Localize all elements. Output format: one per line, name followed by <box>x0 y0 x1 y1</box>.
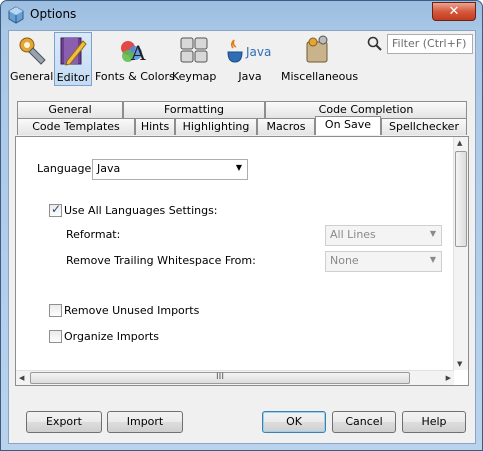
tab-on-save[interactable]: On Save <box>315 116 381 135</box>
search-icon <box>367 36 382 51</box>
tab-formatting[interactable]: Formatting <box>123 101 265 118</box>
help-button[interactable]: Help <box>402 411 466 433</box>
category-fonts-colors[interactable]: A Fonts & Colors <box>95 32 175 86</box>
category-editor[interactable]: Editor <box>54 32 92 86</box>
on-save-panel: Language: Java ▼ ✓ Use All Languages Set… <box>15 136 469 386</box>
scroll-up-icon[interactable]: ▲ <box>457 139 462 147</box>
ok-button[interactable]: OK <box>262 411 326 433</box>
vertical-scroll-thumb[interactable] <box>455 151 467 247</box>
remove-unused-imports-label: Remove Unused Imports <box>64 304 200 317</box>
language-value: Java <box>97 162 121 175</box>
svg-text:A: A <box>130 41 146 65</box>
category-label: Fonts & Colors <box>95 70 175 83</box>
organize-imports-checkbox[interactable] <box>49 330 62 343</box>
chevron-down-icon: ▼ <box>429 255 436 264</box>
fonts-colors-icon: A <box>121 41 146 65</box>
close-button[interactable]: ✕ <box>432 2 476 21</box>
miscellaneous-icon <box>306 35 328 63</box>
check-icon: ✓ <box>51 202 62 216</box>
category-miscellaneous[interactable]: Miscellaneous <box>281 32 359 86</box>
category-general[interactable]: General <box>10 32 54 86</box>
tab-hints[interactable]: Hints <box>135 118 175 135</box>
tab-macros[interactable]: Macros <box>257 118 315 135</box>
window-title: Options <box>30 7 77 21</box>
remove-unused-imports-checkbox[interactable] <box>49 304 62 317</box>
scroll-down-icon[interactable]: ▼ <box>457 360 462 368</box>
export-button[interactable]: Export <box>26 411 102 433</box>
chevron-down-icon: ▼ <box>429 229 436 238</box>
use-all-languages-label: Use All Languages Settings: <box>64 204 218 217</box>
trailing-whitespace-select[interactable]: None ▼ <box>325 251 442 272</box>
java-icon-text: Java <box>245 45 271 59</box>
import-button[interactable]: Import <box>107 411 183 433</box>
vertical-scrollbar[interactable]: ▲ ▼ <box>453 137 468 370</box>
grip-icon: III <box>216 372 224 382</box>
general-gear-icon <box>19 37 46 65</box>
keymap-keyboard-icon <box>180 37 208 63</box>
tab-code-templates[interactable]: Code Templates <box>17 118 135 135</box>
filter-input[interactable]: Filter (Ctrl+F) <box>387 34 473 54</box>
category-keymap[interactable]: Keymap <box>172 32 216 86</box>
category-label: Keymap <box>172 70 217 83</box>
options-window: Options ✕ General Editor A Fonts & Color… <box>0 0 483 451</box>
horizontal-scroll-thumb[interactable]: III <box>30 372 410 384</box>
use-all-languages-checkbox[interactable]: ✓ <box>49 202 62 217</box>
dialog-body: General Editor A Fonts & Colors Keymap J… <box>8 30 476 444</box>
language-label: Language: <box>37 162 95 175</box>
scroll-left-icon[interactable]: ◀ <box>19 374 24 382</box>
chevron-down-icon: ▼ <box>235 163 242 172</box>
category-label: Java <box>238 70 262 83</box>
horizontal-scrollbar[interactable]: ◀ III ▶ <box>16 370 454 385</box>
cancel-button[interactable]: Cancel <box>332 411 396 433</box>
tab-spellchecker[interactable]: Spellchecker <box>381 118 467 135</box>
reformat-select[interactable]: All Lines ▼ <box>325 225 442 246</box>
title-bar[interactable]: Options ✕ <box>1 1 482 29</box>
reformat-value: All Lines <box>330 228 376 241</box>
editor-pencil-icon <box>60 37 87 66</box>
language-select[interactable]: Java ▼ <box>92 159 248 180</box>
category-java[interactable]: Java Java <box>223 32 277 86</box>
category-label: General <box>10 70 54 83</box>
organize-imports-label: Organize Imports <box>64 330 160 343</box>
category-label: Editor <box>56 71 90 84</box>
tab-highlighting[interactable]: Highlighting <box>175 118 257 135</box>
category-label: Miscellaneous <box>281 70 359 83</box>
scroll-right-icon[interactable]: ▶ <box>446 374 451 382</box>
trailing-whitespace-label: Remove Trailing Whitespace From: <box>66 254 256 267</box>
reformat-label: Reformat: <box>66 228 121 241</box>
netbeans-cube-icon <box>8 6 24 24</box>
trailing-whitespace-value: None <box>330 254 359 267</box>
java-cup-icon: Java <box>227 39 271 63</box>
tab-general[interactable]: General <box>17 101 123 118</box>
